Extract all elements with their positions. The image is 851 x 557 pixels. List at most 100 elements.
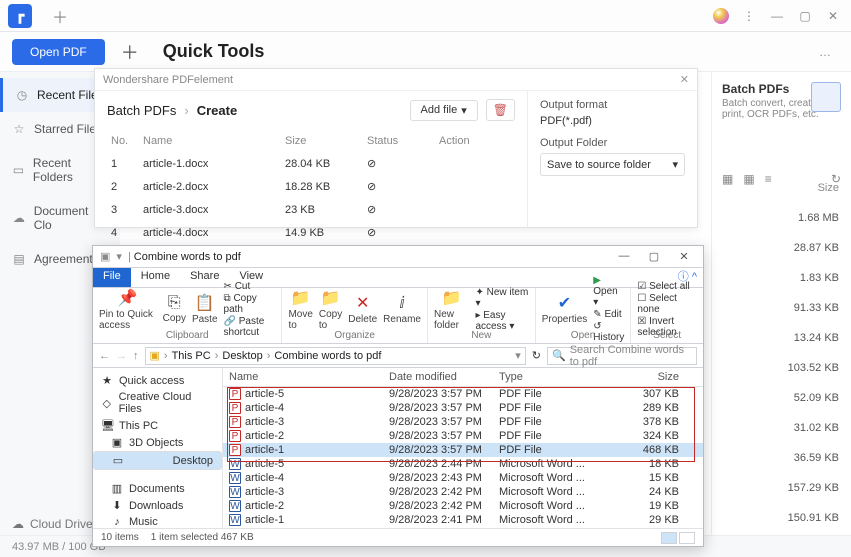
maximize-button[interactable]: ▢ (793, 4, 817, 28)
list-item[interactable]: Particle-49/28/2023 3:57 PMPDF File289 K… (223, 401, 703, 415)
delete-button[interactable]: 🗑 (486, 99, 515, 121)
tree-item-music[interactable]: ♪Music (93, 514, 222, 528)
rename-button[interactable]: ⅈRename (383, 293, 421, 325)
status-count: 10 items (101, 532, 139, 543)
close-button[interactable]: ✕ (821, 4, 845, 28)
wondershare-dialog: Wondershare PDFelement ✕ Batch PDFs › Cr… (94, 68, 698, 228)
qat-icon[interactable]: ▾ (116, 250, 122, 263)
history-button[interactable]: ↺ History (593, 321, 624, 343)
table-row[interactable]: 4article-4.docx14.9 KB⊘ (109, 222, 513, 243)
open-pdf-button[interactable]: Open PDF (12, 39, 105, 65)
copy-button[interactable]: ⎘Copy (163, 294, 186, 324)
add-file-button[interactable]: Add file▾ (410, 100, 478, 121)
tree-item-documents[interactable]: ▥Documents (93, 480, 222, 497)
kebab-icon[interactable]: ⋮ (737, 4, 761, 28)
tree-item-downloads[interactable]: ⬇Downloads (93, 497, 222, 514)
sidebar-icon: ☆ (12, 122, 26, 136)
tab-file[interactable]: File (93, 268, 131, 287)
new-item-button[interactable]: ✦ New item ▾ (475, 287, 528, 309)
list-item[interactable]: Particle-39/28/2023 3:57 PMPDF File378 K… (223, 415, 703, 429)
copy-path-button[interactable]: ⧉ Copy path (224, 293, 276, 315)
view-details-button[interactable] (661, 532, 677, 544)
breadcrumb-root[interactable]: Batch PDFs (107, 103, 176, 118)
view-list-icon[interactable]: ≡ (765, 172, 772, 186)
view-grid-icon[interactable]: ▦ (722, 172, 733, 186)
dialog-title: Wondershare PDFelement (103, 74, 233, 86)
tree-item-quick-access[interactable]: ★Quick access (93, 372, 222, 389)
exp-minimize-button[interactable]: — (609, 250, 639, 263)
col-size: Size (283, 131, 363, 151)
cloud-drive-link[interactable]: ☁ Cloud Drive (12, 517, 93, 531)
chevron-down-icon: ▾ (672, 158, 678, 171)
col-name[interactable]: Name (229, 371, 389, 383)
paste-shortcut-button[interactable]: 🔗 Paste shortcut (224, 316, 276, 338)
properties-button[interactable]: ✔Properties (542, 293, 588, 325)
address-bar[interactable]: ▣ › This PC › Desktop › Combine words to… (145, 347, 526, 365)
select-all-button[interactable]: ☑ Select all (637, 281, 697, 292)
sidebar-icon: ▤ (12, 252, 26, 266)
edit-button[interactable]: ✎ Edit (593, 309, 624, 320)
tree-item-desktop[interactable]: ▭Desktop (93, 451, 222, 470)
more-icon[interactable]: … (811, 45, 839, 59)
right-panel: Batch PDFs Batch convert, create, print,… (711, 72, 851, 535)
table-row[interactable]: 2article-2.docx18.28 KB⊘ (109, 176, 513, 197)
list-item[interactable]: Warticle-59/28/2023 2:44 PMMicrosoft Wor… (223, 457, 703, 471)
tree-item-this-pc[interactable]: 🖥This PC (93, 417, 222, 434)
list-item[interactable]: Particle-29/28/2023 3:57 PMPDF File324 K… (223, 429, 703, 443)
dialog-close-button[interactable]: ✕ (680, 73, 689, 86)
delete-exp-button[interactable]: ✕Delete (348, 293, 377, 325)
file-size: 103.52 KB (788, 362, 839, 374)
forward-button[interactable]: → (116, 350, 127, 362)
breadcrumb-current: Create (197, 103, 237, 118)
sidebar-icon: ◷ (15, 88, 29, 102)
move-to-button[interactable]: 📁Move to (288, 288, 312, 331)
pin-button[interactable]: 📌Pin to Quick access (99, 288, 157, 331)
exp-close-button[interactable]: ✕ (669, 250, 699, 263)
open-button[interactable]: ▶ Open ▾ (593, 275, 624, 308)
tab-home[interactable]: Home (131, 268, 180, 287)
table-row[interactable]: 3article-3.docx23 KB⊘ (109, 199, 513, 220)
select-none-button[interactable]: ☐ Select none (637, 293, 697, 315)
cut-button[interactable]: ✂ Cut (224, 281, 276, 292)
explorer-title: Combine words to pdf (134, 251, 241, 263)
copy-to-button[interactable]: 📁Copy to (319, 288, 342, 331)
list-item[interactable]: Particle-19/28/2023 3:57 PMPDF File468 K… (223, 443, 703, 457)
exp-maximize-button[interactable]: ▢ (639, 250, 669, 263)
folder-icon: ▣ (100, 250, 110, 263)
doc-icon: W (229, 458, 241, 470)
back-button[interactable]: ← (99, 350, 110, 362)
pdf-icon: P (229, 416, 241, 428)
minimize-button[interactable]: — (765, 4, 789, 28)
doc-icon: W (229, 500, 241, 512)
tab-share[interactable]: Share (180, 268, 229, 287)
doc-icon: W (229, 514, 241, 526)
paste-button[interactable]: 📋Paste (192, 293, 218, 325)
tree-item-creative-cloud-files[interactable]: ◇Creative Cloud Files (93, 389, 222, 417)
search-input[interactable]: 🔍 Search Combine words to pdf (547, 347, 697, 365)
ribbon: 📌Pin to Quick access ⎘Copy 📋Paste ✂ Cut … (93, 288, 703, 344)
col-date[interactable]: Date modified (389, 371, 499, 383)
pdf-icon: P (229, 430, 241, 442)
view-icons-button[interactable] (679, 532, 695, 544)
list-item[interactable]: Warticle-39/28/2023 2:42 PMMicrosoft Wor… (223, 485, 703, 499)
app-logo: ┏ (8, 4, 32, 28)
table-row[interactable]: 1article-1.docx28.04 KB⊘ (109, 153, 513, 174)
tree-item-3d-objects[interactable]: ▣3D Objects (93, 434, 222, 451)
easy-access-button[interactable]: ▸ Easy access ▾ (475, 310, 528, 332)
add-button[interactable]: ＋ (121, 39, 139, 65)
col-type[interactable]: Type (499, 371, 609, 383)
new-tab-button[interactable]: ＋ (46, 4, 74, 28)
output-folder-select[interactable]: Save to source folder▾ (540, 153, 685, 176)
view-grid2-icon[interactable]: ▦ (743, 172, 754, 186)
list-item[interactable]: Warticle-29/28/2023 2:42 PMMicrosoft Wor… (223, 499, 703, 513)
col-size[interactable]: Size (609, 371, 679, 383)
list-item[interactable]: Warticle-49/28/2023 2:43 PMMicrosoft Wor… (223, 471, 703, 485)
theme-orb-icon[interactable] (709, 4, 733, 28)
list-item[interactable]: Warticle-19/28/2023 2:41 PMMicrosoft Wor… (223, 513, 703, 527)
list-item[interactable]: Particle-59/28/2023 3:57 PMPDF File307 K… (223, 387, 703, 401)
file-size: 157.29 KB (788, 482, 839, 494)
new-folder-button[interactable]: 📁New folder (434, 288, 469, 331)
explorer-window: ▣ ▾ | Combine words to pdf — ▢ ✕ File Ho… (92, 245, 704, 547)
up-button[interactable]: ↑ (133, 350, 139, 362)
refresh-button[interactable]: ↻ (532, 349, 541, 362)
